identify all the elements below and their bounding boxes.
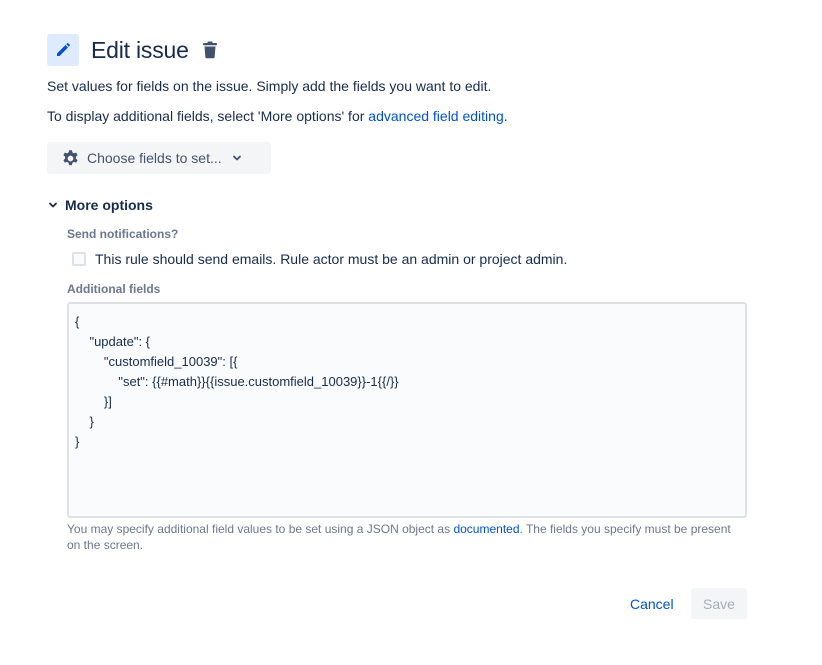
page-title: Edit issue	[91, 36, 189, 63]
advanced-field-editing-link[interactable]: advanced field editing	[368, 108, 503, 124]
hint-suffix: .	[503, 108, 508, 124]
send-emails-checkbox[interactable]	[72, 252, 86, 266]
send-emails-label[interactable]: This rule should send emails. Rule actor…	[95, 251, 567, 267]
documented-link[interactable]: documented	[453, 522, 519, 536]
choose-fields-button[interactable]: Choose fields to set...	[47, 142, 271, 174]
trash-icon[interactable]	[202, 41, 218, 59]
advanced-editing-hint: To display additional fields, select 'Mo…	[47, 108, 508, 124]
gear-icon	[61, 149, 80, 168]
save-button[interactable]: Save	[691, 588, 747, 619]
hint-prefix: To display additional fields, select 'Mo…	[47, 108, 369, 124]
additional-fields-help: You may specify additional field values …	[67, 521, 747, 553]
chevron-down-icon	[231, 152, 243, 164]
additional-fields-textarea[interactable]: { "update": { "customfield_10039": [{ "s…	[67, 302, 747, 518]
more-options-label: More options	[65, 197, 153, 213]
more-options-toggle[interactable]: More options	[47, 197, 153, 213]
chevron-down-icon	[47, 199, 59, 211]
send-notifications-label: Send notifications?	[67, 227, 179, 241]
editor-header: Edit issue	[47, 34, 218, 66]
help-prefix: You may specify additional field values …	[67, 522, 454, 536]
choose-fields-label: Choose fields to set...	[87, 150, 222, 166]
send-emails-option: This rule should send emails. Rule actor…	[72, 251, 567, 267]
pencil-icon	[47, 34, 79, 66]
cancel-button[interactable]: Cancel	[620, 588, 684, 619]
description-text: Set values for fields on the issue. Simp…	[47, 78, 492, 94]
additional-fields-label: Additional fields	[67, 282, 161, 296]
